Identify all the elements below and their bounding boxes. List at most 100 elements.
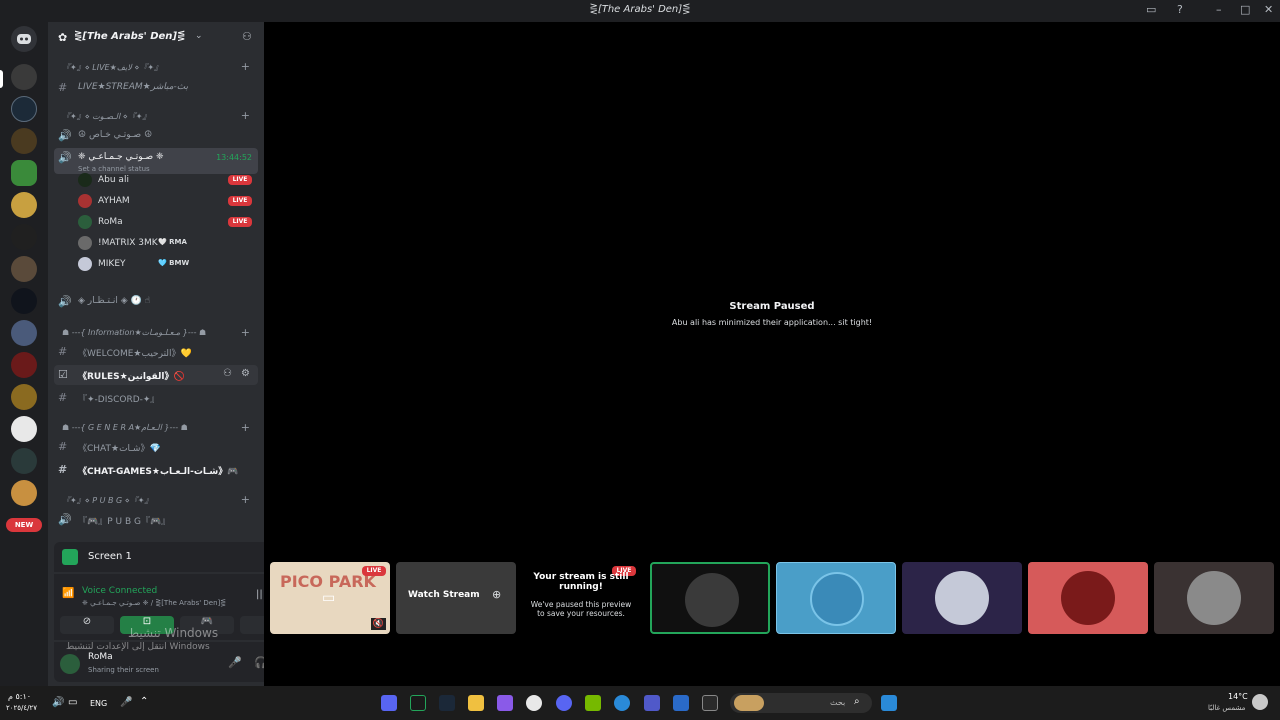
channel-discord[interactable]: # 『✦-DISCORD-✦』 [54,388,258,408]
maximize-icon[interactable]: □ [1240,3,1250,16]
voice-user-name: Abu ali [98,175,129,185]
add-user-icon[interactable]: ⚇ [242,30,252,43]
add-channel-icon[interactable]: + [241,493,250,506]
avatar[interactable] [60,654,80,674]
voice-timer: 13:44:52 [216,153,252,162]
stream-tile-watch[interactable]: Watch Stream ⊕ [396,562,516,634]
add-channel-icon[interactable]: + [241,326,250,339]
channel-pubg[interactable]: 🔊 『🎮』P U B G『🎮』 [54,510,258,530]
avatar [1187,571,1241,625]
category-voice[interactable]: 『✦』⋄ الـصـوت ⋄『✦』 + [54,107,258,127]
close-icon[interactable]: ✕ [1264,3,1273,16]
voice-status[interactable]: Voice Connected [82,586,157,596]
search-box[interactable]: بحث ⌕ [730,693,872,713]
clock-time[interactable]: ٥:١٠ م [8,692,31,701]
channel-chat[interactable]: # 《CHAT★شـات》💎 [54,437,258,457]
server-icon[interactable] [11,416,37,442]
weather-desc[interactable]: مشمس غالبًا [1208,704,1245,712]
weather-temp[interactable]: 14°C [1228,692,1248,701]
server-icon[interactable] [11,352,37,378]
server-icon[interactable] [11,128,37,154]
teams-icon[interactable] [644,695,660,711]
video-off-button[interactable]: ⊘ [60,616,114,634]
server-icon[interactable] [11,480,37,506]
minimize-icon[interactable]: – [1216,3,1222,16]
avatar [78,236,92,250]
language-indicator[interactable]: ENG [90,699,107,708]
screen-icon: ▭ [322,590,336,606]
store-icon[interactable] [673,695,689,711]
category-general[interactable]: ☗ ---{ G E N E R A★الـعـام }--- ☗ + [54,419,258,439]
inbox-icon[interactable]: ▭ [1146,3,1156,16]
app-icon[interactable] [702,695,718,711]
copilot-icon[interactable] [497,695,513,711]
voice-user[interactable]: Abu ali LIVE [76,170,258,190]
hash-icon: # [58,391,68,404]
category-live[interactable]: 『✦』⋄ LIVE★لايف ⋄『✦』 + [54,58,258,78]
server-icon[interactable] [11,384,37,410]
voice-location[interactable]: ❈ صـوتـي جـمـاعـي ❈ / ⋛[The Arabs' Den]⋚ [82,599,226,607]
windows-start-icon[interactable] [881,695,897,711]
channel-welcome[interactable]: # 《WELCOME★الترحيب》💛 [54,342,258,362]
server-icon[interactable] [11,320,37,346]
volume-icon[interactable]: 🔊 [52,697,64,708]
voice-user[interactable]: MIKEY 🩵 BMW [76,254,258,274]
voice-user[interactable]: RoMa LIVE [76,212,258,232]
network-icon[interactable]: ▭ [68,697,77,708]
mute-icon[interactable]: 🔇 [370,618,386,630]
discord-icon[interactable] [381,695,397,711]
server-icon[interactable] [11,224,37,250]
channel-rules[interactable]: ☑ 《RULES★القوانين》🚫 ⚇ ⚙ [54,365,258,385]
discord-home-icon[interactable] [11,26,37,52]
avatar [935,571,989,625]
server-icon[interactable] [11,288,37,314]
channel-chat-games[interactable]: # 《CHAT-GAMES★شـات-الـعـاب》🎮 [54,460,258,480]
voice-user[interactable]: AYHAM LIVE [76,191,258,211]
chevron-up-icon[interactable]: ⌃ [140,696,148,707]
add-channel-icon[interactable]: + [241,421,250,434]
server-icon[interactable] [11,448,37,474]
popout-icon[interactable]: ⊕ [492,588,501,601]
category-pubg[interactable]: 『✦』⋄ P U B G ⋄『✦』 + [54,491,258,511]
add-channel-icon[interactable]: + [241,60,250,73]
server-icon[interactable] [11,256,37,282]
hash-icon: # [58,463,68,476]
server-icon[interactable] [11,192,37,218]
microphone-icon[interactable]: 🎤 [120,697,132,708]
server-icon[interactable] [11,160,37,186]
participant-tile[interactable] [650,562,770,634]
watch-stream-button[interactable]: Watch Stream [408,590,480,600]
server-icon[interactable] [11,64,37,90]
add-channel-icon[interactable]: + [241,109,250,122]
voice-user[interactable]: !MATRIX 3MK 🤍 RMA [76,233,258,253]
invite-icon[interactable]: ⚇ [223,368,232,379]
weather-icon[interactable] [1252,694,1268,710]
steam-icon[interactable] [439,695,455,711]
watermark-line2: انتقل إلى الإعدادت لتنشيط Windows [66,642,210,652]
app-icon[interactable] [410,695,426,711]
title-bar: ⋛[The Arabs' Den]⋚ ▭ ? – □ ✕ [0,0,1280,22]
avatar [810,572,864,626]
participant-tile[interactable] [1028,562,1148,634]
participant-tile[interactable] [1154,562,1274,634]
screen-title: Screen 1 [88,551,132,562]
nvidia-icon[interactable] [585,695,601,711]
folder-icon[interactable] [468,695,484,711]
participant-tile[interactable] [902,562,1022,634]
category-info[interactable]: ☗ ---{ Information★مـعـلـومـات }--- ☗ + [54,324,258,344]
channel-live-stream[interactable]: # LIVE★STREAM★بث-مباشر [54,78,258,98]
guild-header[interactable]: ✿ ⋛[The Arabs' Den]⋚ ⌄ ⚇ [48,22,264,54]
help-icon[interactable]: ? [1177,3,1183,16]
chrome-icon[interactable] [526,695,542,711]
clock-date[interactable]: ٢٠٢٥/٤/٢٧ [6,704,37,712]
channel-private-voice[interactable]: 🔊 ☮ صـوتـي خـاص ☮ [54,126,258,146]
microphone-icon[interactable]: 🎤 [228,656,242,669]
participant-tile[interactable] [776,562,896,634]
gear-icon[interactable]: ⚙ [241,368,250,379]
live-badge: LIVE [228,175,252,185]
server-icon[interactable] [11,96,37,122]
discord-icon[interactable] [556,695,572,711]
edge-icon[interactable] [614,695,630,711]
stream-tile-pico[interactable]: PICO PARK LIVE ▭ 🔇 [270,562,390,634]
channel-waiting[interactable]: 🔊 ◈ انـتـظـار ◈ 🕐 ☝ [54,292,258,312]
